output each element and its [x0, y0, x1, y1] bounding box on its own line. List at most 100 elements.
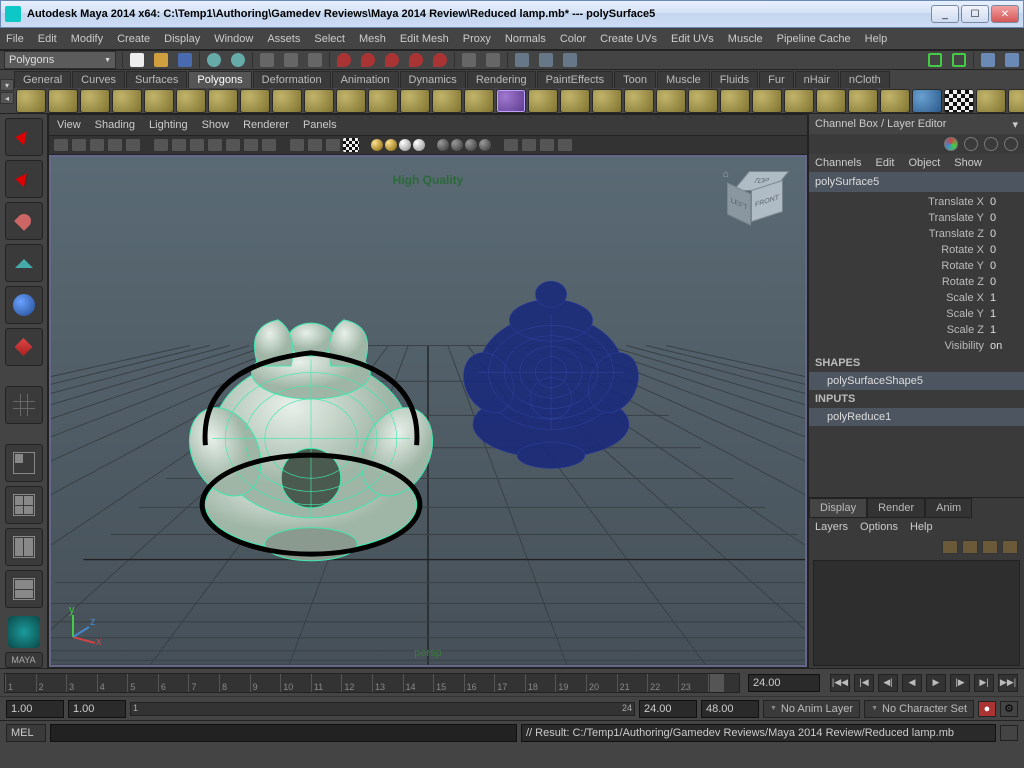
charset-dropdown[interactable]: ▼No Character Set: [864, 700, 974, 718]
shelf-button-27[interactable]: [880, 89, 910, 113]
time-track[interactable]: 123456789101112131415161718192021222324: [4, 673, 740, 693]
channel-rotate-x[interactable]: Rotate X0: [809, 242, 1024, 258]
layout-two-stack[interactable]: [5, 570, 43, 608]
time-current-marker[interactable]: [710, 674, 724, 692]
layer-movedown-icon[interactable]: [962, 540, 978, 554]
viewport[interactable]: High Quality persp y x z ⌂ TOP LEFT FRON…: [49, 155, 807, 667]
select-tool[interactable]: [5, 118, 43, 156]
shelf-tab-animation[interactable]: Animation: [332, 71, 399, 88]
shelf-button-1[interactable]: [48, 89, 78, 113]
vp-bookmark-icon[interactable]: [71, 138, 87, 152]
channel-scale-y[interactable]: Scale Y1: [809, 306, 1024, 322]
sel-object-icon[interactable]: [280, 51, 302, 69]
menu-color[interactable]: Color: [560, 33, 586, 45]
cb-menu-show[interactable]: Show: [954, 157, 982, 169]
menu-modify[interactable]: Modify: [71, 33, 103, 45]
history-off-icon[interactable]: [482, 51, 504, 69]
minimize-button[interactable]: _: [931, 5, 959, 23]
shelf-button-2[interactable]: [80, 89, 110, 113]
layer-tab-render[interactable]: Render: [867, 498, 925, 518]
shelf-button-13[interactable]: [432, 89, 462, 113]
shelf-tab-deformation[interactable]: Deformation: [253, 71, 331, 88]
layer-menu-layers[interactable]: Layers: [815, 521, 848, 533]
shelf-menu-icon[interactable]: ▾: [0, 79, 14, 91]
vp-wireframe-icon[interactable]: [289, 138, 305, 152]
snap-grid-icon[interactable]: [333, 51, 355, 69]
axis-orient-icon[interactable]: [944, 137, 958, 151]
shelf-button-3[interactable]: [112, 89, 142, 113]
undo-icon[interactable]: [203, 51, 225, 69]
save-scene-icon[interactable]: [174, 51, 196, 69]
sel-hierarchy-icon[interactable]: [256, 51, 278, 69]
menu-proxy[interactable]: Proxy: [463, 33, 491, 45]
menu-pipelinecache[interactable]: Pipeline Cache: [777, 33, 851, 45]
vp-light-flat-icon[interactable]: [399, 139, 411, 151]
shelf-button-29[interactable]: [944, 89, 974, 113]
vp-menu-lighting[interactable]: Lighting: [149, 119, 188, 131]
key-back-button[interactable]: ◀|: [878, 674, 898, 692]
autokey-button[interactable]: ●: [978, 701, 996, 717]
shape-node[interactable]: polySurfaceShape5: [809, 372, 1024, 390]
menu-file[interactable]: File: [6, 33, 24, 45]
toggle-channelbox-icon[interactable]: [977, 51, 999, 69]
go-end-button[interactable]: ▶▶|: [998, 674, 1018, 692]
layer-tab-display[interactable]: Display: [809, 498, 867, 518]
vp-safe-action-icon[interactable]: [243, 138, 259, 152]
move-tool[interactable]: [5, 244, 43, 282]
viewcube[interactable]: ⌂ TOP LEFT FRONT: [727, 171, 791, 227]
layer-list[interactable]: [813, 560, 1020, 666]
range-max-inner[interactable]: 24.00: [639, 700, 697, 718]
step-fwd-button[interactable]: ▶|: [974, 674, 994, 692]
history-icon[interactable]: [458, 51, 480, 69]
cb-menu-edit[interactable]: Edit: [875, 157, 894, 169]
vp-film-gate-icon[interactable]: [171, 138, 187, 152]
shelf-button-5[interactable]: [176, 89, 206, 113]
menu-muscle[interactable]: Muscle: [728, 33, 763, 45]
layer-tab-anim[interactable]: Anim: [925, 498, 972, 518]
menu-display[interactable]: Display: [164, 33, 200, 45]
layer-new-empty-icon[interactable]: [982, 540, 998, 554]
vp-light-all-icon[interactable]: [371, 139, 383, 151]
scale-tool[interactable]: [5, 328, 43, 366]
lasso-tool[interactable]: [5, 160, 43, 198]
menu-select[interactable]: Select: [314, 33, 345, 45]
vp-isolate-icon[interactable]: [503, 138, 519, 152]
panel-close-icon[interactable]: ▾: [1012, 118, 1018, 131]
vp-ao-icon[interactable]: [451, 139, 463, 151]
shelf-button-16[interactable]: [528, 89, 558, 113]
toggle-attreditor-icon[interactable]: [924, 51, 946, 69]
vp-safe-title-icon[interactable]: [261, 138, 277, 152]
vp-menu-show[interactable]: Show: [202, 119, 230, 131]
menu-create[interactable]: Create: [117, 33, 150, 45]
menu-help[interactable]: Help: [865, 33, 888, 45]
shelf-button-18[interactable]: [592, 89, 622, 113]
range-track[interactable]: 1 24: [130, 702, 635, 716]
menu-edit[interactable]: Edit: [38, 33, 57, 45]
vp-xray-icon[interactable]: [521, 138, 537, 152]
vp-field-chart-icon[interactable]: [225, 138, 241, 152]
shelf-button-7[interactable]: [240, 89, 270, 113]
snap-live-icon[interactable]: [429, 51, 451, 69]
shelf-button-31[interactable]: [1008, 89, 1024, 113]
animlayer-dropdown[interactable]: ▼No Anim Layer: [763, 700, 860, 718]
shelf-button-28[interactable]: [912, 89, 942, 113]
toggle-toolsettings-icon[interactable]: [948, 51, 970, 69]
render-frame-icon[interactable]: [511, 51, 533, 69]
shelf-tab-muscle[interactable]: Muscle: [657, 71, 710, 88]
paint-select-tool[interactable]: [5, 202, 43, 240]
shelf-button-19[interactable]: [624, 89, 654, 113]
vp-textured-icon[interactable]: [343, 138, 359, 152]
open-scene-icon[interactable]: [150, 51, 172, 69]
vp-grease-icon[interactable]: [125, 138, 141, 152]
channel-object-name[interactable]: polySurface5: [809, 172, 1024, 192]
ipr-icon[interactable]: [535, 51, 557, 69]
shelf-button-4[interactable]: [144, 89, 174, 113]
shelf-button-10[interactable]: [336, 89, 366, 113]
menu-window[interactable]: Window: [214, 33, 253, 45]
vp-menu-renderer[interactable]: Renderer: [243, 119, 289, 131]
vp-light-none-icon[interactable]: [413, 139, 425, 151]
manip-speed-fast-icon[interactable]: [1004, 137, 1018, 151]
vp-menu-view[interactable]: View: [57, 119, 81, 131]
channel-rotate-y[interactable]: Rotate Y0: [809, 258, 1024, 274]
channel-translate-x[interactable]: Translate X0: [809, 194, 1024, 210]
